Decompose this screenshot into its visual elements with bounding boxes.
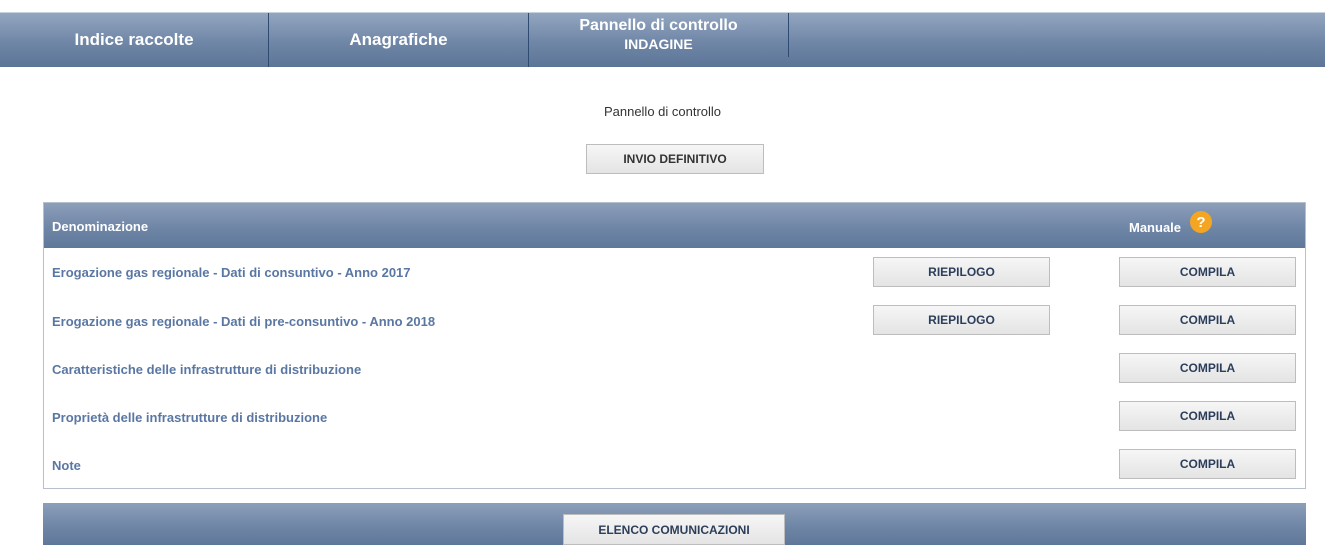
invio-definitivo-button[interactable]: INVIO DEFINITIVO bbox=[586, 144, 764, 174]
compila-button[interactable]: COMPILA bbox=[1119, 401, 1296, 431]
survey-table-panel: Denominazione Manuale ? Erogazione gas r… bbox=[43, 202, 1306, 489]
row-label: Caratteristiche delle infrastrutture di … bbox=[52, 362, 362, 377]
compila-button[interactable]: COMPILA bbox=[1119, 305, 1296, 335]
row-label: Erogazione gas regionale - Dati di consu… bbox=[52, 265, 411, 280]
elenco-comunicazioni-button[interactable]: ELENCO COMUNICAZIONI bbox=[563, 514, 785, 545]
header-manuale: Manuale bbox=[1129, 220, 1182, 235]
footer-bar: ELENCO COMUNICAZIONI bbox=[43, 503, 1306, 545]
compila-button[interactable]: COMPILA bbox=[1119, 353, 1296, 383]
riepilogo-button[interactable]: RIEPILOGO bbox=[873, 257, 1050, 287]
header-denominazione: Denominazione bbox=[52, 219, 149, 234]
nav-tab-indice-raccolte[interactable]: Indice raccolte bbox=[0, 13, 269, 67]
top-navigation-bar: Indice raccolte Anagrafiche Pannello di … bbox=[0, 12, 1325, 67]
row-label: Proprietà delle infrastrutture di distri… bbox=[52, 410, 328, 425]
riepilogo-button[interactable]: RIEPILOGO bbox=[873, 305, 1050, 335]
row-label: Note bbox=[52, 458, 81, 473]
nav-tab-pannello-line1: Pannello di controllo bbox=[579, 17, 738, 34]
compila-button[interactable]: COMPILA bbox=[1119, 257, 1296, 287]
help-icon[interactable]: ? bbox=[1190, 211, 1212, 233]
nav-tab-pannello-di-controllo[interactable]: Pannello di controllo INDAGINE bbox=[529, 13, 789, 57]
nav-tab-pannello-line2: INDAGINE bbox=[624, 36, 693, 52]
page-title: Pannello di controllo bbox=[603, 104, 722, 119]
table-header: Denominazione Manuale ? bbox=[44, 203, 1305, 248]
row-label: Erogazione gas regionale - Dati di pre-c… bbox=[52, 314, 436, 329]
compila-button[interactable]: COMPILA bbox=[1119, 449, 1296, 479]
nav-tab-anagrafiche[interactable]: Anagrafiche bbox=[269, 13, 529, 67]
